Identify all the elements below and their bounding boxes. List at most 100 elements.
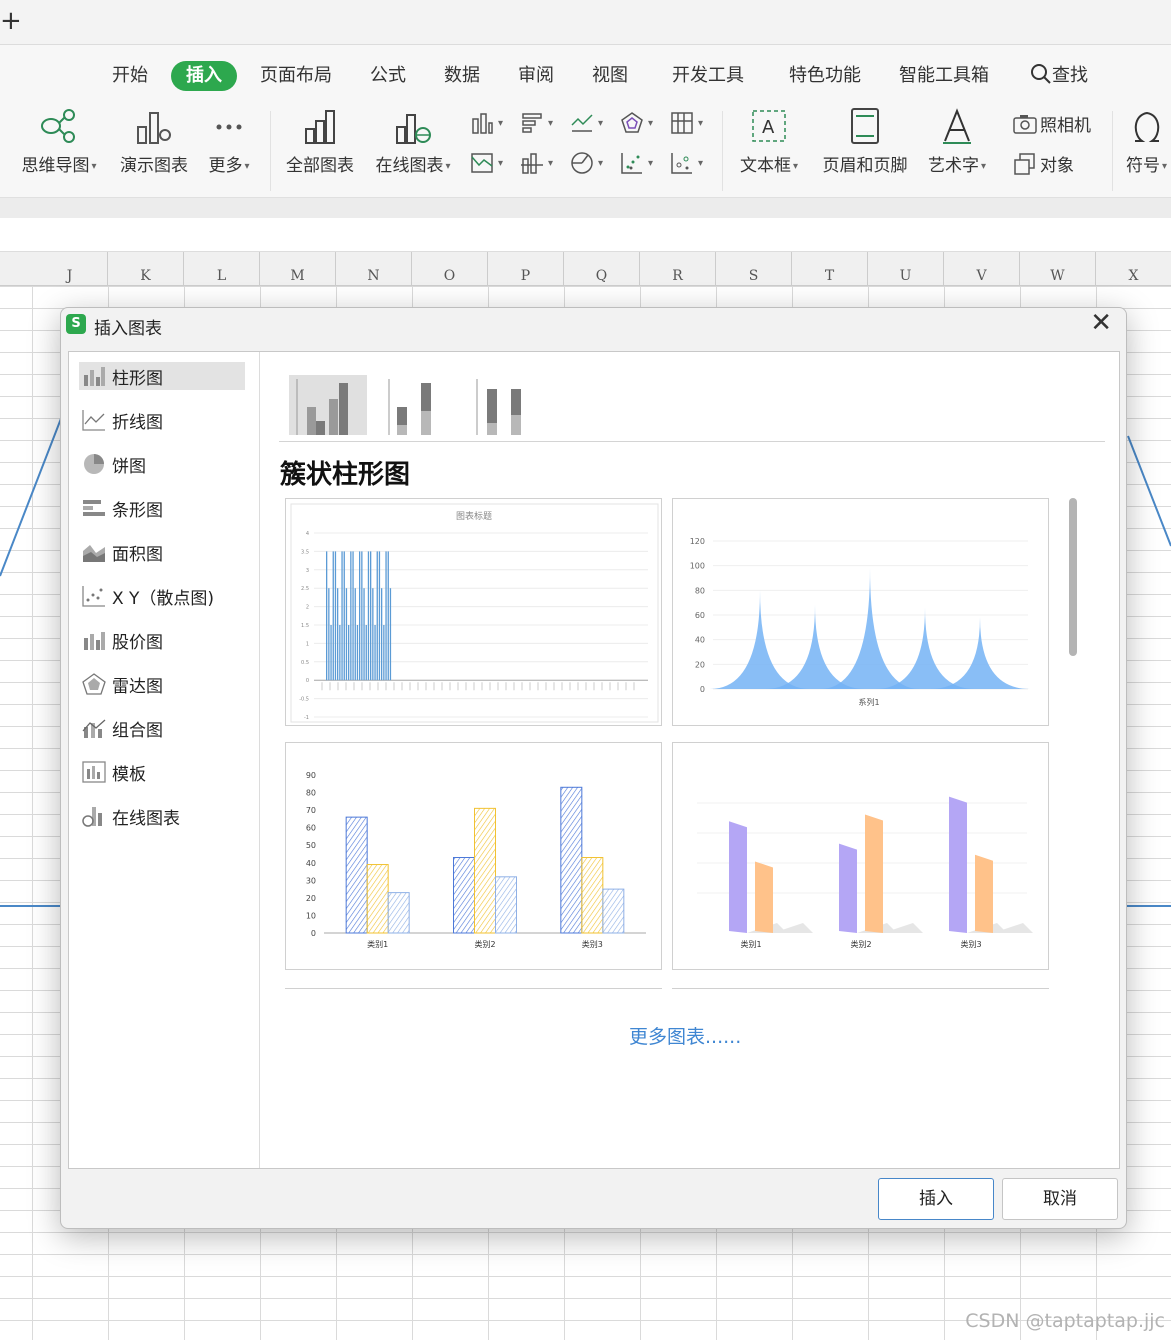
all-charts-button[interactable]: 全部图表: [282, 107, 358, 176]
chevron-down-icon: ▾: [498, 117, 504, 129]
column-header[interactable]: R: [640, 252, 716, 286]
bar-chart-button[interactable]: ▾: [520, 111, 553, 135]
line-chart-button[interactable]: ▾: [570, 111, 603, 135]
column-header[interactable]: M: [260, 252, 336, 286]
tab-page-layout[interactable]: 页面布局: [260, 61, 332, 91]
demo-chart-button[interactable]: 演示图表: [116, 107, 192, 176]
column-header[interactable]: L: [184, 252, 260, 286]
header-footer-button[interactable]: 页眉和页脚: [818, 107, 912, 176]
column-header[interactable]: T: [792, 252, 868, 286]
close-icon[interactable]: ✕: [1090, 310, 1112, 336]
object-button[interactable]: 对象: [1012, 151, 1074, 176]
nav-item-line[interactable]: 折线图: [79, 406, 245, 434]
nav-item-column[interactable]: 柱形图: [79, 362, 245, 390]
nav-label: 柱形图: [112, 368, 163, 389]
more-button[interactable]: 更多 ▾: [204, 107, 254, 176]
legend-entry: 系列1: [858, 697, 879, 707]
textbox-button[interactable]: A 文本框 ▾: [734, 107, 804, 176]
tab-data[interactable]: 数据: [444, 61, 480, 91]
column-header[interactable]: O: [412, 252, 488, 286]
tab-review[interactable]: 审阅: [518, 61, 554, 91]
bar: [332, 551, 334, 681]
tab-formulas[interactable]: 公式: [370, 61, 406, 91]
nav-item-online[interactable]: 在线图表: [79, 802, 245, 830]
tab-search[interactable]: 查找: [1030, 61, 1088, 91]
column-header[interactable]: P: [488, 252, 564, 286]
scatter-chart-button[interactable]: ▾: [620, 151, 653, 175]
bar: [341, 551, 343, 681]
nav-item-pie[interactable]: 饼图: [79, 450, 245, 478]
chart-preview-card[interactable]: 类别1 类别2 类别3: [672, 742, 1049, 970]
nav-item-combo[interactable]: 组合图: [79, 714, 245, 742]
column-chart-button[interactable]: ▾: [470, 111, 503, 135]
chart-preview-card[interactable]: 图表标题 4 3.5 3 2.5 2 1.5 1 0.5 0 -0.5 -1: [285, 498, 662, 726]
tab-toolbox[interactable]: 智能工具箱: [899, 61, 989, 91]
y-tick-label: 0: [306, 678, 309, 684]
online-charts-icon: [396, 114, 431, 144]
insert-button[interactable]: 插入: [878, 1178, 994, 1220]
symbol-button[interactable]: 符号 ▾: [1122, 107, 1171, 176]
line-chart-icon: [82, 410, 105, 431]
more-charts-link[interactable]: 更多图表......: [629, 1022, 741, 1049]
search-icon: [1031, 64, 1051, 84]
column-header[interactable]: V: [944, 252, 1020, 286]
bar: [339, 625, 341, 681]
bubble-chart-button[interactable]: ▾: [670, 151, 703, 175]
nav-item-bar[interactable]: 条形图: [79, 494, 245, 522]
nav-label: 折线图: [112, 412, 163, 433]
demo-chart-icon: [137, 112, 171, 144]
scrollbar-thumb[interactable]: [1069, 498, 1077, 656]
chart-preview-card[interactable]: 120 100 80 60 40 20 0 系列1: [672, 498, 1049, 726]
combo-chart-button[interactable]: ▾: [520, 151, 553, 175]
y-tick-label: 70: [306, 806, 316, 815]
column-header[interactable]: S: [716, 252, 792, 286]
bar: [865, 814, 883, 933]
radar-chart-button[interactable]: ▾: [620, 111, 653, 135]
tab-insert[interactable]: 插入: [171, 61, 237, 91]
pie-chart-button[interactable]: ▾: [570, 151, 603, 175]
column-header[interactable]: U: [868, 252, 944, 286]
bar: [354, 588, 356, 681]
stacked-column-thumb[interactable]: [385, 375, 463, 435]
chart-type-list: 柱形图 折线图 饼图 条形图 面积图 X Y（散点图) 股价图 雷达图 组合图 …: [69, 352, 260, 1168]
column-header[interactable]: X: [1096, 252, 1171, 286]
chevron-down-icon: ▾: [1161, 160, 1168, 172]
area-chart-button[interactable]: ▾: [470, 151, 503, 175]
nav-item-template[interactable]: 模板: [79, 758, 245, 786]
bar: [560, 786, 583, 934]
tab-home[interactable]: 开始: [112, 61, 148, 91]
tab-features[interactable]: 特色功能: [789, 61, 861, 91]
column-header[interactable]: W: [1020, 252, 1096, 286]
nav-item-radar[interactable]: 雷达图: [79, 670, 245, 698]
percent-column-icon: [476, 379, 521, 435]
percent-column-thumb[interactable]: [473, 375, 551, 435]
bar: [352, 551, 354, 681]
y-tick-label: 80: [695, 586, 705, 595]
column-header[interactable]: N: [336, 252, 412, 286]
wordart-button[interactable]: 艺术字 ▾: [922, 107, 992, 176]
nav-item-scatter[interactable]: X Y（散点图): [79, 582, 245, 610]
area-chart-icon: [83, 545, 105, 562]
bar: [337, 588, 339, 681]
mindmap-icon: [41, 109, 75, 143]
chart-preview-card[interactable]: 90 80 70 60 50 40 30 20 10 0 类别1 类别2 类别3: [285, 742, 662, 970]
bar: [350, 551, 352, 681]
stock-chart-button[interactable]: ▾: [670, 111, 703, 135]
formula-bar[interactable]: [0, 218, 1171, 252]
bar: [495, 876, 517, 934]
column-header[interactable]: Q: [564, 252, 640, 286]
new-tab-button[interactable]: +: [0, 8, 22, 34]
tab-view[interactable]: 视图: [592, 61, 628, 91]
camera-button[interactable]: 照相机: [1012, 111, 1091, 136]
nav-label: X Y（散点图): [112, 588, 215, 609]
online-charts-button[interactable]: 在线图表 ▾: [370, 107, 456, 176]
cancel-button[interactable]: 取消: [1002, 1178, 1118, 1220]
column-header[interactable]: J: [32, 252, 108, 286]
nav-item-stock[interactable]: 股价图: [79, 626, 245, 654]
more-label: 更多: [208, 156, 243, 176]
clustered-column-thumb[interactable]: [289, 375, 367, 435]
mindmap-button[interactable]: 思维导图 ▾: [16, 107, 102, 176]
tab-developer[interactable]: 开发工具: [672, 61, 744, 91]
column-header[interactable]: K: [108, 252, 184, 286]
nav-item-area[interactable]: 面积图: [79, 538, 245, 566]
